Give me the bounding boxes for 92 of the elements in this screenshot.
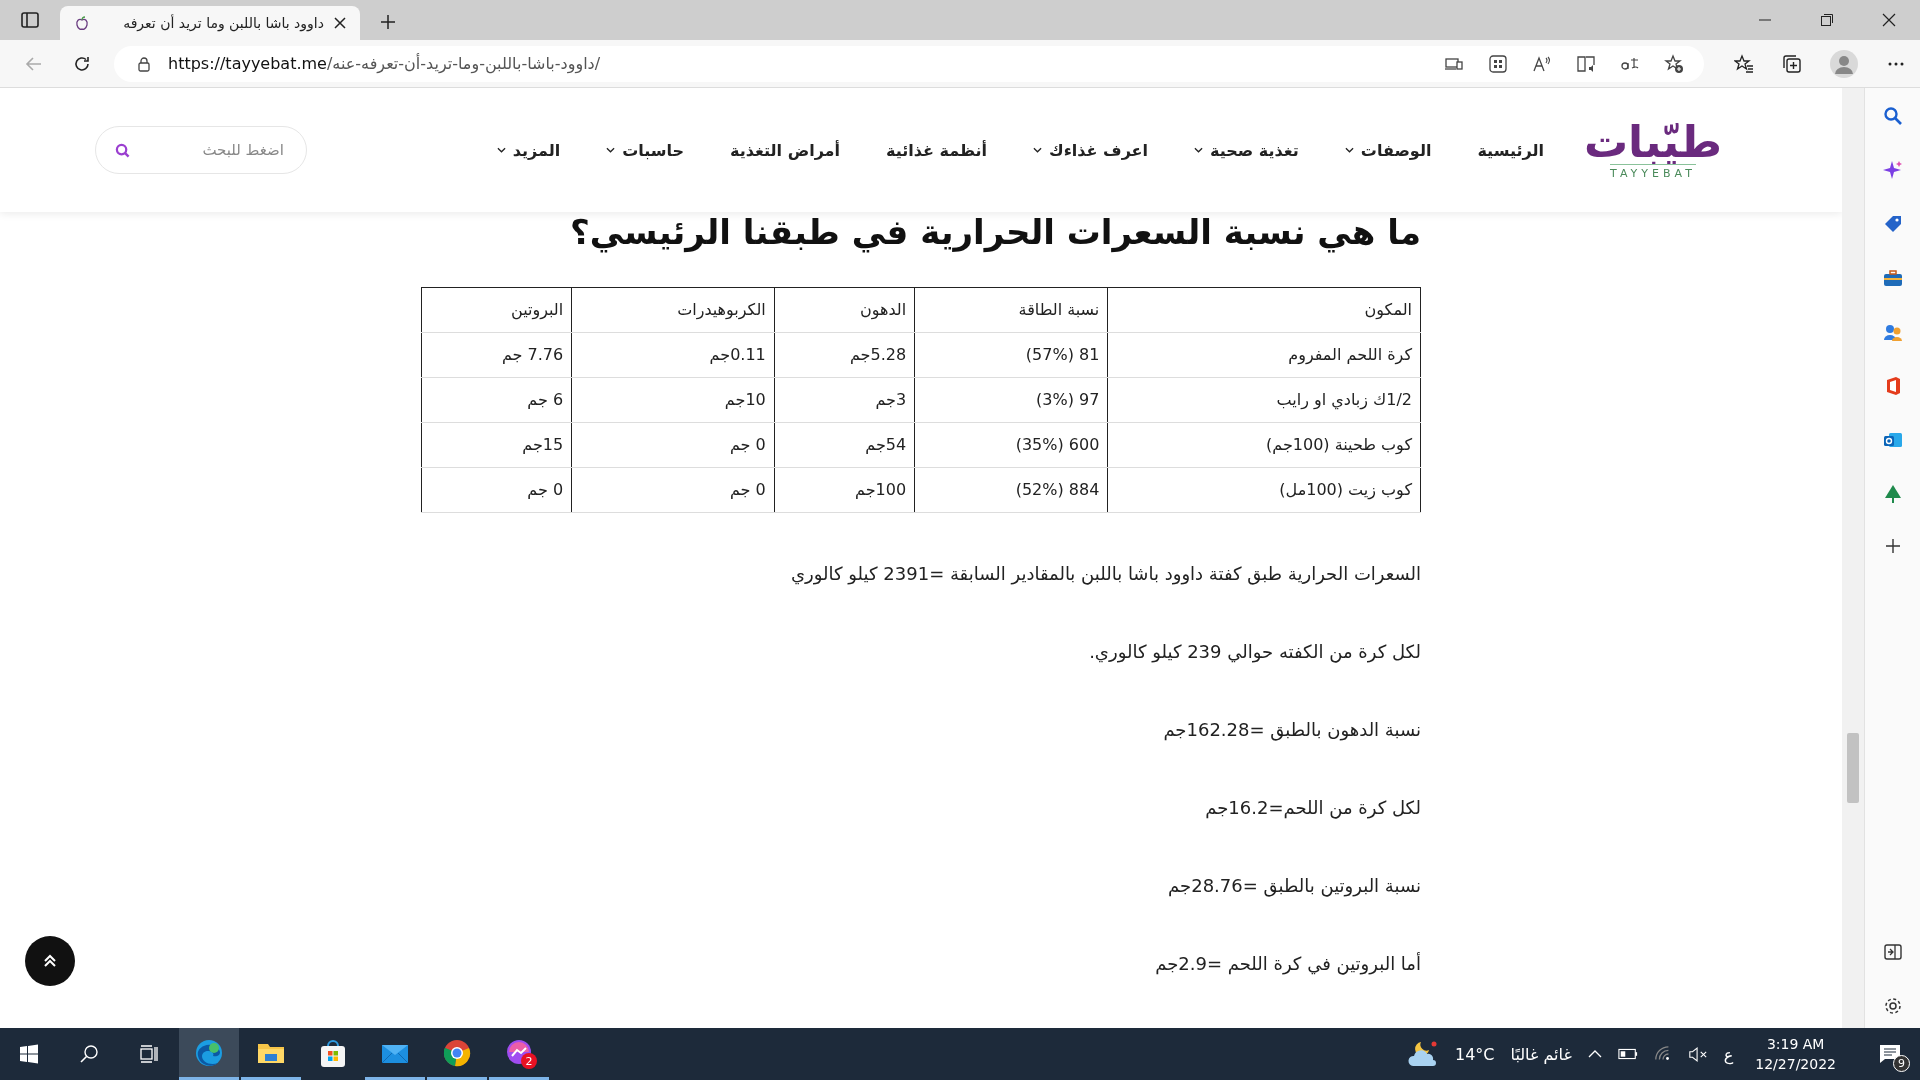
table-cell: كوب زيت (100مل) [1107,467,1421,513]
new-tab-icon[interactable] [380,14,396,30]
table-cell: كرة اللحم المفروم [1107,332,1421,378]
settings-icon[interactable] [1882,996,1903,1016]
chrome-icon [442,1037,472,1068]
search-field[interactable]: اضغط للبحث [95,126,307,174]
column-header: الدهون [774,287,915,333]
add-icon[interactable] [1884,538,1901,554]
table-cell: 5.28جم [774,332,915,378]
column-header: البروتين [421,287,572,333]
chevron-down-icon [1194,147,1203,153]
table-cell: 10جم [571,377,775,423]
paragraph: أما البروتين في كرة اللحم =2.9جم [1154,952,1421,975]
chevron-down-icon [496,147,506,153]
profile-icon[interactable] [1830,49,1858,78]
paragraph: لكل كرة من اللحم=16.2جم [1204,796,1421,819]
nav-link[interactable]: حاسبات [606,140,685,160]
sidebar-toggle-icon[interactable] [1882,942,1903,962]
article-heading: ما هي نسبة السعرات الحرارية في طبقنا الرئيسي؟ [569,212,1421,253]
start-icon[interactable] [19,1044,39,1064]
reader-icon[interactable] [1576,53,1596,74]
nav-link[interactable]: تغذية صحية [1194,140,1299,160]
muted-speaker-icon[interactable] [1687,1046,1708,1062]
column-header: الكربوهيدرات [571,287,775,333]
apple-icon [74,15,90,31]
double-chevron-up-icon [42,953,58,969]
mail-icon[interactable] [1882,430,1903,450]
tree-icon[interactable] [1882,484,1903,504]
cloud-moon-icon [1406,1040,1439,1068]
clock-date: 12/27/2022 [1755,1055,1836,1074]
task-view-icon[interactable] [139,1044,159,1064]
chevron-down-icon [606,147,616,153]
nav-link[interactable]: المزيد [496,140,561,160]
store-icon [318,1039,348,1069]
search-icon[interactable] [79,1044,99,1064]
paragraph: نسبة الدهون بالطبق =162.28جم [1162,718,1421,741]
tab-title: داوود باشا باللبن وما تريد أن تعرفه [122,15,324,31]
weather-condition: غائم غالبًا [1510,1044,1572,1064]
chevron-down-icon [1032,147,1042,153]
scroll-to-top-button[interactable] [25,936,75,986]
table-cell: 3جم [774,377,915,423]
tab-actions-icon[interactable] [20,10,40,30]
nav-link[interactable]: أمراض التغذية [730,140,840,160]
paragraph: السعرات الحرارية طبق كفتة داوود باشا باللبن بالمقادير السابقة =2391 كيلو كالوري [790,562,1421,585]
chevron-up-icon[interactable] [1587,1049,1602,1059]
close-icon[interactable] [334,17,346,29]
scrollbar[interactable] [1842,88,1864,1028]
table-cell: 1/2ك زبادي او رايب [1107,377,1421,423]
table-cell: 7.76 جم [421,332,572,378]
nav-link[interactable]: الرئيسية [1477,140,1544,160]
paragraph: نسبة البروتين بالطبق =28.76جم [1167,874,1421,897]
nav-link[interactable]: الوصفات [1344,140,1432,160]
wifi-icon[interactable] [1653,1045,1672,1063]
sparkle-icon[interactable] [1882,160,1903,180]
browser-tab[interactable]: داوود باشا باللبن وما تريد أن تعرفه [60,6,360,40]
table-cell: 884 (52%) [914,467,1108,513]
table-cell: 0 جم [571,422,775,468]
table-cell: 54جم [774,422,915,468]
favorites-icon[interactable] [1734,53,1754,74]
table-cell: 81 (57%) [914,332,1108,378]
paragraph: لكل كرة من الكفته حوالي 239 كيلو كالوري. [1088,640,1421,663]
table-cell: 600 (35%) [914,422,1108,468]
table-cell: 0.11جم [571,332,775,378]
table-cell: 0 جم [571,467,775,513]
lock-icon [136,55,152,72]
notification-count: 9 [1893,1055,1910,1072]
battery-icon[interactable] [1617,1048,1638,1060]
collections-icon[interactable] [1782,53,1802,74]
chevron-down-icon [1344,147,1354,153]
input-language[interactable]: ع [1723,1044,1734,1064]
notifications-button[interactable]: 9 [1870,1034,1910,1074]
nav-link[interactable]: أنظمة غذائية [886,140,987,160]
people-icon[interactable] [1882,322,1903,342]
column-header: المكون [1107,287,1421,333]
table-cell: 100جم [774,467,915,513]
table-cell: 6 جم [421,377,572,423]
restore-icon[interactable] [1820,13,1834,27]
briefcase-icon[interactable] [1882,268,1903,288]
table-cell: كوب طحينة (100جم) [1107,422,1421,468]
apps-icon[interactable] [1488,53,1508,74]
table-cell: 15جم [421,422,572,468]
notification-badge: 2 [521,1053,537,1069]
nav-link[interactable]: اعرف غذاءك [1032,140,1148,160]
table-cell: 0 جم [421,467,572,513]
taskbar-app[interactable]: 2 [489,1028,549,1080]
column-header: نسبة الطاقة [914,287,1108,333]
temperature: 14°C [1454,1044,1495,1064]
add-favorite-icon[interactable] [1664,53,1684,74]
table-cell: 97 (3%) [914,377,1108,423]
clock-time: 3:19 AM [1766,1035,1825,1054]
edge-icon [194,1037,224,1068]
close-icon[interactable] [1882,13,1896,27]
